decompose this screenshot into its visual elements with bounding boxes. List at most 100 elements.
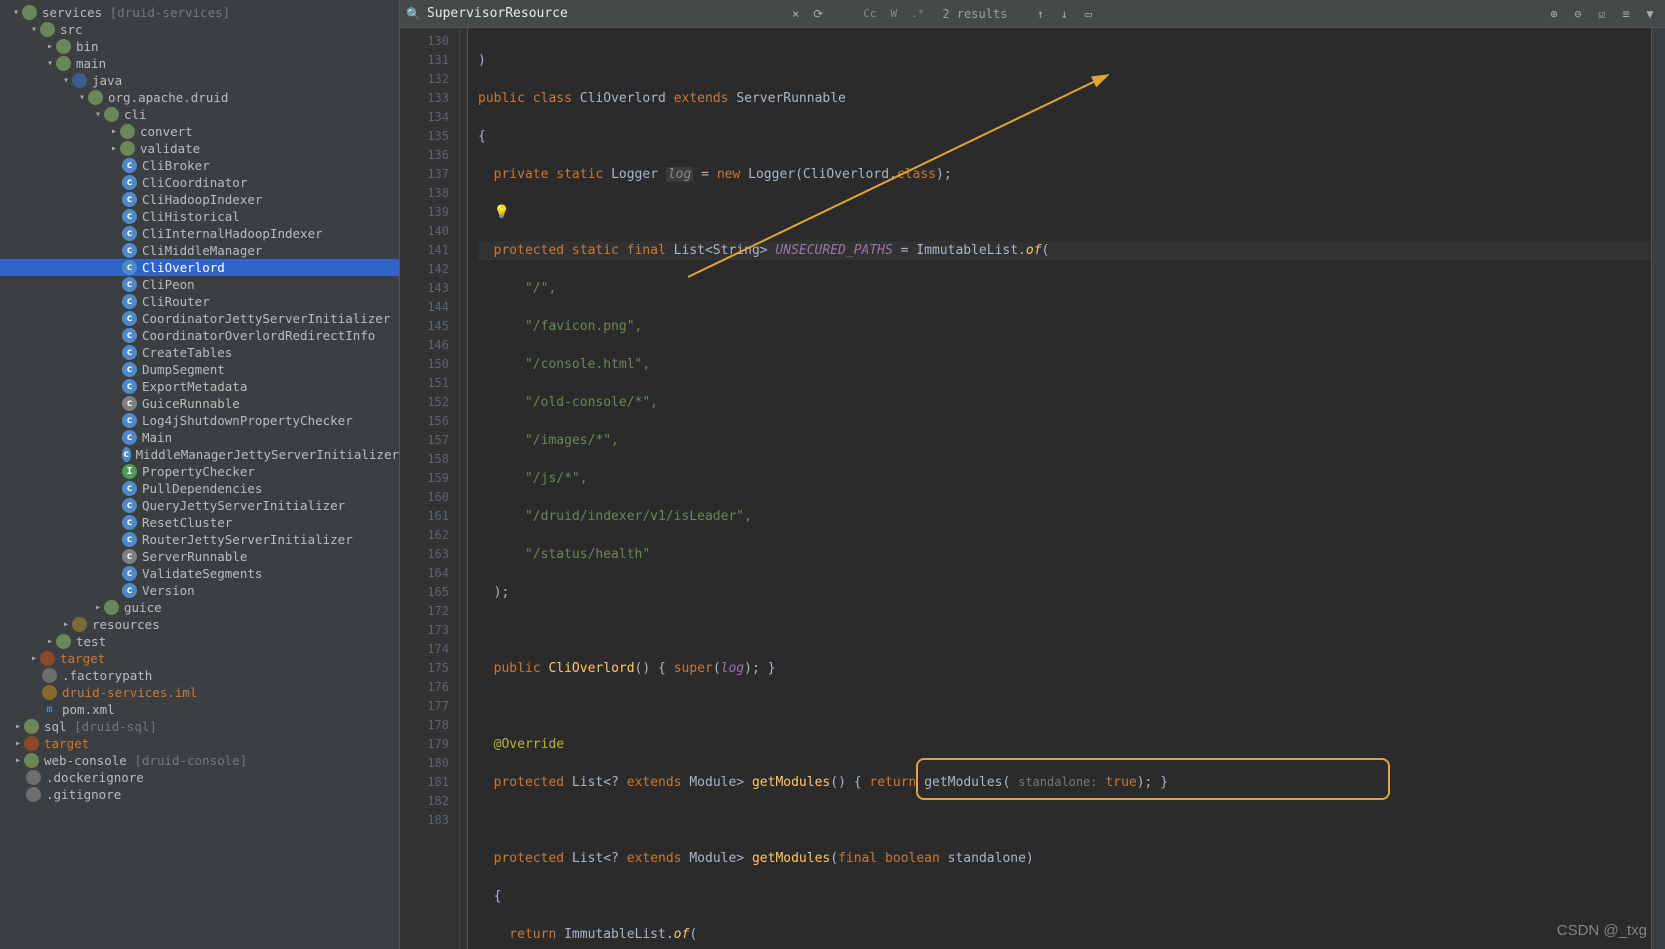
class-icon: c — [122, 379, 137, 394]
tree-node-bin[interactable]: ▸ bin — [0, 38, 399, 55]
tree-label: Log4jShutdownPropertyChecker — [142, 413, 353, 428]
tree-node-target[interactable]: ▸target — [0, 650, 399, 667]
tree-label: resources — [92, 617, 160, 632]
package-icon — [120, 141, 135, 156]
tree-node-class[interactable]: cExportMetadata — [0, 378, 399, 395]
tree-node-gitignore[interactable]: .gitignore — [0, 786, 399, 803]
tree-node-pom[interactable]: mpom.xml — [0, 701, 399, 718]
tree-node-class[interactable]: cCliBroker — [0, 157, 399, 174]
line-number: 135 — [400, 127, 449, 146]
tree-label: java — [92, 73, 122, 88]
module-icon — [22, 5, 37, 20]
tree-node-cli[interactable]: ▾ cli — [0, 106, 399, 123]
select-all-icon[interactable]: ▭ — [1079, 5, 1097, 23]
tree-node-class[interactable]: cQueryJettyServerInitializer — [0, 497, 399, 514]
tree-node-target2[interactable]: ▸target — [0, 735, 399, 752]
tree-node-class[interactable]: cGuiceRunnable — [0, 395, 399, 412]
tree-node-class[interactable]: cServerRunnable — [0, 548, 399, 565]
tree-node-main[interactable]: ▾ main — [0, 55, 399, 72]
tree-node-class[interactable]: cResetCluster — [0, 514, 399, 531]
tree-node-services[interactable]: ▾ services [druid-services] — [0, 4, 399, 21]
tree-node-dockerignore[interactable]: .dockerignore — [0, 769, 399, 786]
toggle-filter-icon[interactable]: ≡ — [1617, 5, 1635, 23]
tree-node-class[interactable]: cCliPeon — [0, 276, 399, 293]
class-icon: c — [122, 447, 131, 462]
tree-node-class[interactable]: cCliHadoopIndexer — [0, 191, 399, 208]
tree-node-class[interactable]: c MiddleManagerJettyServerInitializer — [0, 446, 399, 463]
tree-node-class[interactable]: cMain — [0, 429, 399, 446]
code-content[interactable]: ) public class CliOverlord extends Serve… — [468, 28, 1651, 949]
class-icon: c — [122, 260, 137, 275]
chevron-right-icon: ▸ — [108, 143, 120, 154]
chevron-down-icon: ▾ — [92, 109, 104, 120]
tree-node-class[interactable]: cValidateSegments — [0, 565, 399, 582]
tree-node-sql[interactable]: ▸sql [druid-sql] — [0, 718, 399, 735]
tree-label: CliPeon — [142, 277, 195, 292]
line-number: 152 — [400, 393, 449, 412]
match-case-toggle[interactable]: Cc — [859, 5, 880, 22]
tree-label: bin — [76, 39, 99, 54]
class-icon: c — [122, 209, 137, 224]
tree-node-class[interactable]: cCoordinatorOverlordRedirectInfo — [0, 327, 399, 344]
line-number: 150 — [400, 355, 449, 374]
tree-node-convert[interactable]: ▸ convert — [0, 123, 399, 140]
tree-node-class[interactable]: cRouterJettyServerInitializer — [0, 531, 399, 548]
tree-node-class[interactable]: cVersion — [0, 582, 399, 599]
line-number: 175 — [400, 659, 449, 678]
tree-label: MiddleManagerJettyServerInitializer — [136, 447, 399, 462]
chevron-down-icon: ▾ — [28, 24, 40, 35]
filter-icon[interactable]: ▼ — [1641, 5, 1659, 23]
tree-label: CoordinatorOverlordRedirectInfo — [142, 328, 375, 343]
tree-node-class-selected[interactable]: cCliOverlord — [0, 259, 399, 276]
tree-node-pkg[interactable]: ▾ org.apache.druid — [0, 89, 399, 106]
tree-node-class[interactable]: cDumpSegment — [0, 361, 399, 378]
search-input[interactable] — [427, 6, 782, 21]
tree-node-class[interactable]: cCliInternalHadoopIndexer — [0, 225, 399, 242]
tree-node-src[interactable]: ▾ src — [0, 21, 399, 38]
remove-selection-icon[interactable]: ⊖ — [1569, 5, 1587, 23]
history-icon[interactable]: ⟳ — [809, 7, 827, 21]
words-toggle[interactable]: W — [887, 5, 902, 22]
tree-node-resources[interactable]: ▸resources — [0, 616, 399, 633]
tree-node-class[interactable]: IPropertyChecker — [0, 463, 399, 480]
tree-node-webconsole[interactable]: ▸web-console [druid-console] — [0, 752, 399, 769]
error-stripe[interactable] — [1651, 28, 1665, 949]
next-match-icon[interactable]: ↓ — [1055, 5, 1073, 23]
tree-label: sql — [44, 719, 67, 734]
tree-node-class[interactable]: cCliMiddleManager — [0, 242, 399, 259]
tree-label: CliRouter — [142, 294, 210, 309]
tree-node-class[interactable]: cCoordinatorJettyServerInitializer — [0, 310, 399, 327]
tree-node-class[interactable]: cCreateTables — [0, 344, 399, 361]
tree-node-class[interactable]: cPullDependencies — [0, 480, 399, 497]
class-icon: c — [122, 362, 137, 377]
tree-node-java[interactable]: ▾ java — [0, 72, 399, 89]
intention-bulb-icon[interactable]: 💡 — [494, 205, 510, 220]
project-tree[interactable]: ▾ services [druid-services] ▾ src ▸ bin … — [0, 0, 400, 949]
select-occurrences-icon[interactable]: ☑ — [1593, 5, 1611, 23]
tree-node-class[interactable]: cLog4jShutdownPropertyChecker — [0, 412, 399, 429]
class-icon: c — [122, 175, 137, 190]
regex-toggle[interactable]: .* — [907, 5, 928, 22]
line-number: 180 — [400, 754, 449, 773]
tree-node-iml[interactable]: druid-services.iml — [0, 684, 399, 701]
tree-node-validate[interactable]: ▸ validate — [0, 140, 399, 157]
tree-label: CreateTables — [142, 345, 232, 360]
prev-match-icon[interactable]: ↑ — [1031, 5, 1049, 23]
tree-node-class[interactable]: c CliRouter — [0, 293, 399, 310]
class-icon: c — [122, 158, 137, 173]
class-icon: c — [122, 294, 137, 309]
tree-label: .dockerignore — [46, 770, 144, 785]
chevron-down-icon: ▾ — [60, 75, 72, 86]
class-icon: c — [122, 226, 137, 241]
tree-label: target — [44, 736, 89, 751]
add-selection-icon[interactable]: ⊕ — [1545, 5, 1563, 23]
tree-label: ServerRunnable — [142, 549, 247, 564]
tree-node-factorypath[interactable]: .factorypath — [0, 667, 399, 684]
tree-node-guice[interactable]: ▸guice — [0, 599, 399, 616]
tree-node-test[interactable]: ▸test — [0, 633, 399, 650]
tree-node-class[interactable]: cCliCoordinator — [0, 174, 399, 191]
tree-node-class[interactable]: cCliHistorical — [0, 208, 399, 225]
fold-gutter[interactable] — [460, 28, 468, 949]
clear-icon[interactable]: × — [788, 7, 803, 21]
code-editor[interactable]: 130 131 132 133 134 135 136 137 138 139 … — [400, 28, 1665, 949]
